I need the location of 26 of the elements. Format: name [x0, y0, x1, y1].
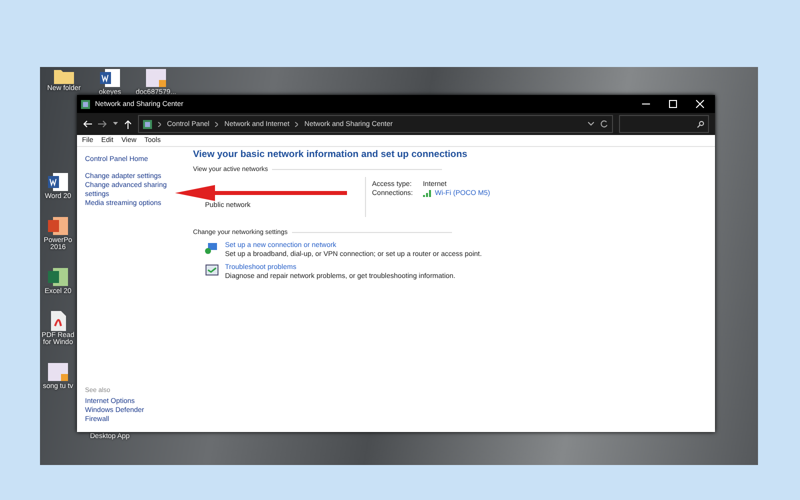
maximize-icon: [669, 100, 677, 108]
search-field[interactable]: [619, 115, 709, 133]
presentation-icon[interactable]: [47, 214, 69, 237]
page-heading: View your basic network information and set up connections: [193, 149, 468, 160]
back-arrow-icon[interactable]: [83, 120, 92, 128]
chevron-icon: [158, 122, 161, 126]
folder-icon[interactable]: [53, 67, 75, 85]
spreadsheet-icon[interactable]: [47, 266, 69, 288]
search-icon: [697, 120, 704, 128]
up-arrow-icon[interactable]: [124, 120, 132, 128]
network-connection-icon: [205, 242, 219, 254]
close-icon: [696, 100, 704, 108]
network-app-icon: [143, 120, 152, 128]
image-file-icon[interactable]: [145, 67, 167, 89]
refresh-icon[interactable]: [600, 120, 608, 128]
dropdown-caret-icon[interactable]: [588, 122, 594, 126]
troubleshoot-icon: [205, 264, 219, 276]
wifi-signal-icon: [422, 190, 432, 197]
network-app-icon: [81, 100, 90, 108]
chevron-icon: [295, 122, 298, 126]
chevron-icon: [215, 122, 218, 126]
dropdown-caret-icon[interactable]: [113, 122, 118, 126]
word-document-icon[interactable]: [99, 67, 121, 89]
word-document-icon[interactable]: [47, 171, 69, 193]
forward-arrow-icon[interactable]: [98, 120, 107, 128]
image-file-icon[interactable]: [47, 361, 69, 384]
